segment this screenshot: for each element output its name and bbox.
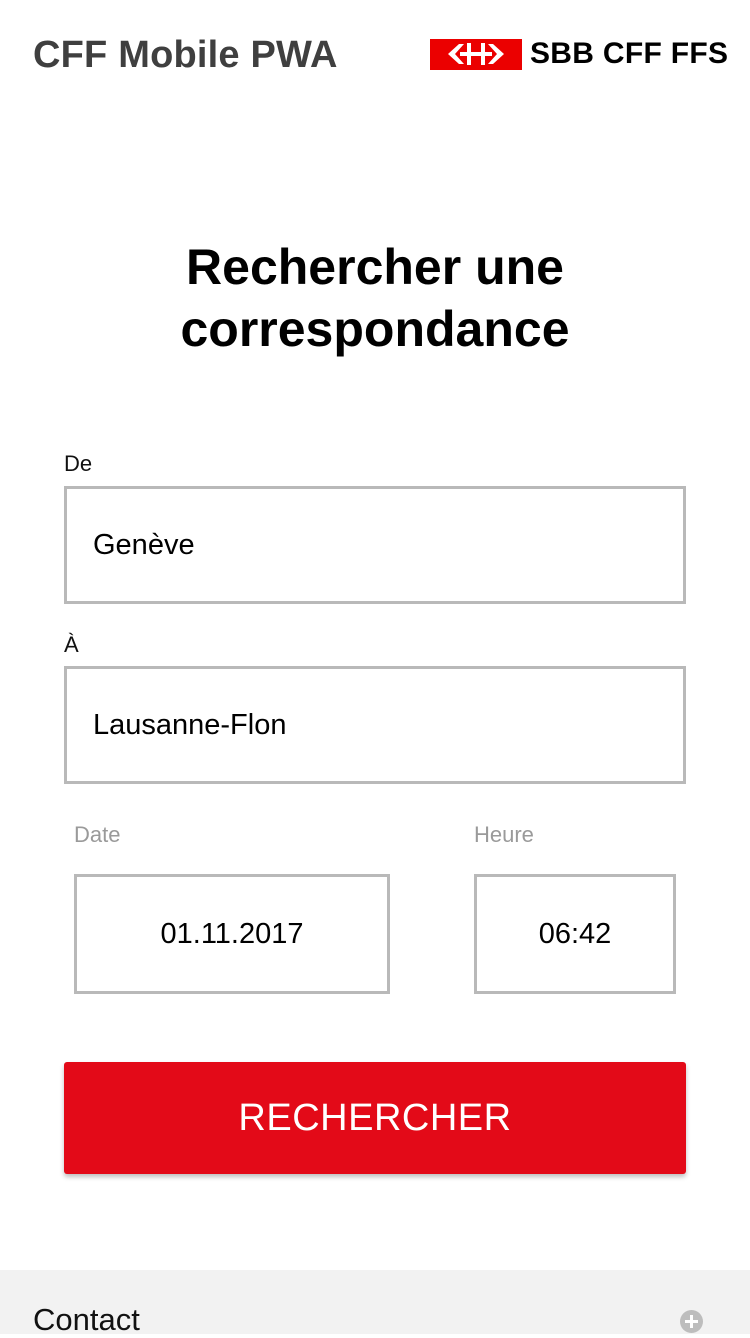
- from-input-value: Genève: [93, 528, 195, 561]
- app-title: CFF Mobile PWA: [33, 34, 338, 76]
- sbb-arrows-icon: [430, 38, 522, 70]
- contact-label[interactable]: Contact: [33, 1302, 140, 1338]
- to-label: À: [64, 632, 79, 657]
- to-input-value: Lausanne-Flon: [93, 708, 287, 741]
- footer: Contact: [0, 1270, 750, 1337]
- page-title-line-1: Rechercher une: [186, 239, 564, 295]
- date-input[interactable]: 01.11.2017: [74, 874, 390, 994]
- page-title: Rechercher une correspondance: [0, 236, 750, 360]
- from-input[interactable]: Genève: [64, 486, 686, 604]
- date-input-value: 01.11.2017: [160, 917, 304, 950]
- time-label: Heure: [474, 822, 534, 847]
- to-input[interactable]: Lausanne-Flon: [64, 666, 686, 784]
- time-input-value: 06:42: [538, 917, 612, 950]
- date-label: Date: [74, 822, 121, 847]
- from-label: De: [64, 451, 93, 476]
- app-header: CFF Mobile PWA SBB CFF FFS: [0, 0, 750, 110]
- time-input[interactable]: 06:42: [474, 874, 676, 994]
- plus-circle-icon[interactable]: [680, 1310, 703, 1333]
- sbb-logo[interactable]: SBB CFF FFS: [430, 37, 729, 70]
- logo-text: SBB CFF FFS: [530, 37, 729, 70]
- search-button[interactable]: RECHERCHER: [64, 1062, 686, 1174]
- page-title-line-2: correspondance: [180, 301, 570, 357]
